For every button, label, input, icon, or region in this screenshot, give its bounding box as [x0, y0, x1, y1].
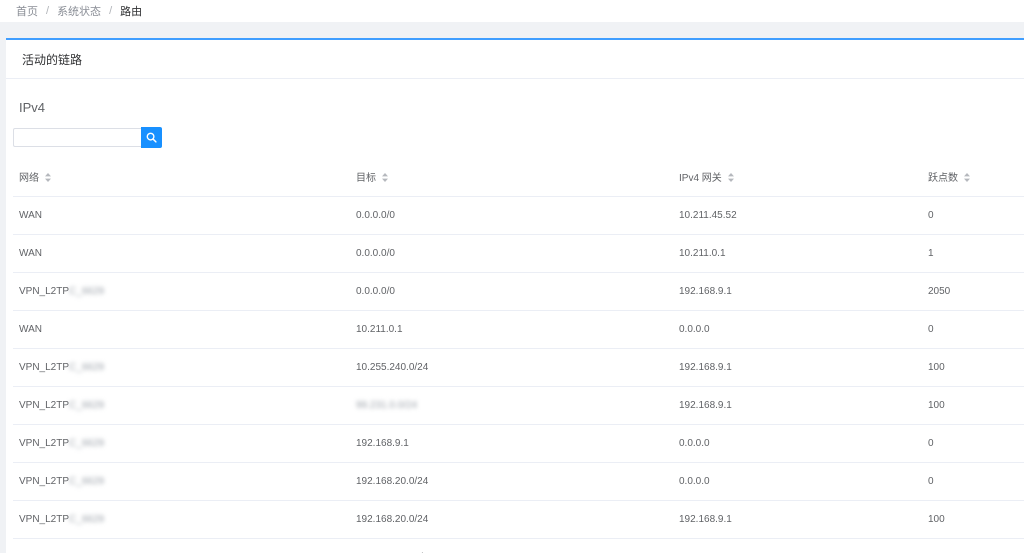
cell-gateway: 192.168.9.1: [673, 500, 922, 539]
column-header-gateway[interactable]: IPv4 网关: [673, 158, 922, 197]
table-row: VPN_L2TPC_6629 0.0.0.0/0 192.168.9.1 2050: [13, 272, 1024, 311]
breadcrumb: 首页 / 系统状态 / 路由: [0, 0, 1024, 22]
cell-metric: 1: [922, 234, 1024, 273]
cell-target: 192.168.123.0/24: [350, 538, 673, 553]
sort-icon[interactable]: [382, 172, 388, 185]
table-row: VPN_L2TPC_6629 192.168.9.1 0.0.0.0 0: [13, 424, 1024, 463]
cell-network: VPN_L2TPC_6629: [13, 500, 350, 539]
column-header-metric[interactable]: 跃点数: [922, 158, 1024, 197]
cell-metric: 0: [922, 538, 1024, 553]
cell-network: VPN_L2TPC_6629: [13, 424, 350, 463]
table-row: WAN 0.0.0.0/0 10.211.45.52 0: [13, 196, 1024, 235]
card-title: 活动的链路: [22, 52, 83, 67]
breadcrumb-separator: /: [46, 5, 50, 17]
sort-icon[interactable]: [727, 172, 734, 185]
cell-gateway: 0.0.0.0: [673, 538, 922, 553]
sort-icon[interactable]: [964, 172, 970, 185]
cell-metric: 0: [922, 196, 1024, 235]
cell-target: 0.0.0.0/0: [350, 272, 673, 311]
cell-network: VPN_L2TPC_6629: [13, 462, 350, 501]
cell-gateway: 10.211.0.1: [673, 234, 922, 273]
table-row: VPN_L2TPC_6629 10.255.240.0/24 192.168.9.1…: [13, 348, 1024, 387]
cell-gateway: 192.168.9.1: [673, 348, 922, 387]
card-header: 活动的链路: [6, 40, 1024, 79]
cell-target: 10.211.0.1: [350, 310, 673, 349]
table-row: WAN 0.0.0.0/0 10.211.0.1 1: [13, 234, 1024, 273]
cell-network: LAN: [13, 538, 350, 553]
breadcrumb-home[interactable]: 首页: [16, 3, 38, 19]
search-input[interactable]: [13, 128, 141, 147]
table-row: WAN 10.211.0.1 0.0.0.0 0: [13, 310, 1024, 349]
cell-gateway: 0.0.0.0: [673, 424, 922, 463]
search-button[interactable]: [141, 127, 162, 148]
cell-metric: 100: [922, 348, 1024, 387]
cell-metric: 0: [922, 310, 1024, 349]
ipv4-section-title: IPv4: [19, 100, 46, 115]
breadcrumb-system-status[interactable]: 系统状态: [57, 3, 101, 19]
cell-target: 192.168.20.0/24: [350, 500, 673, 539]
cell-metric: 0: [922, 424, 1024, 463]
cell-gateway: 192.168.9.1: [673, 272, 922, 311]
column-header-network[interactable]: 网络: [13, 158, 350, 197]
cell-metric: 100: [922, 500, 1024, 539]
breadcrumb-routing: 路由: [120, 6, 143, 18]
cell-network: VPN_L2TPC_6629: [13, 386, 350, 425]
sort-icon[interactable]: [45, 172, 51, 185]
table-row: VPN_L2TPC_6629 99.231.0.0/24 192.168.9.1 10…: [13, 386, 1024, 425]
breadcrumb-separator: /: [109, 5, 113, 17]
cell-gateway: 0.0.0.0: [673, 310, 922, 349]
cell-metric: 0: [922, 462, 1024, 501]
active-routes-card: 活动的链路 IPv4 网络 目标 IPv4 网关 跃点数 WAN 0.0.0.0/…: [6, 38, 1024, 553]
routes-table: 网络 目标 IPv4 网关 跃点数 WAN 0.0.0.0/0 10.211.45.…: [13, 158, 1024, 553]
cell-target: 99.231.0.0/24: [350, 386, 673, 425]
cell-gateway: 10.211.45.52: [673, 196, 922, 235]
cell-target: 192.168.20.0/24: [350, 462, 673, 501]
column-header-target[interactable]: 目标: [350, 158, 673, 197]
cell-network: WAN: [13, 234, 350, 273]
cell-target: 0.0.0.0/0: [350, 234, 673, 273]
cell-target: 0.0.0.0/0: [350, 196, 673, 235]
table-row: LAN192.168.123.0/240.0.0.00: [13, 538, 1024, 553]
cell-target: 10.255.240.0/24: [350, 348, 673, 387]
table-row: VPN_L2TPC_6629 192.168.20.0/24 192.168.9.1…: [13, 500, 1024, 539]
cell-network: VPN_L2TPC_6629: [13, 348, 350, 387]
search-bar: [13, 127, 162, 148]
cell-network: WAN: [13, 196, 350, 235]
cell-target: 192.168.9.1: [350, 424, 673, 463]
search-icon: [146, 132, 157, 143]
cell-metric: 2050: [922, 272, 1024, 311]
cell-gateway: 0.0.0.0: [673, 462, 922, 501]
cell-network: VPN_L2TPC_6629: [13, 272, 350, 311]
table-row: VPN_L2TPC_6629 192.168.20.0/24 0.0.0.0 0: [13, 462, 1024, 501]
cell-gateway: 192.168.9.1: [673, 386, 922, 425]
table-header-row: 网络 目标 IPv4 网关 跃点数: [13, 158, 1024, 197]
cell-metric: 100: [922, 386, 1024, 425]
routes-table-body: WAN 0.0.0.0/0 10.211.45.52 0 WAN 0.0.0.0/0 10.…: [13, 196, 1024, 553]
cell-network: WAN: [13, 310, 350, 349]
